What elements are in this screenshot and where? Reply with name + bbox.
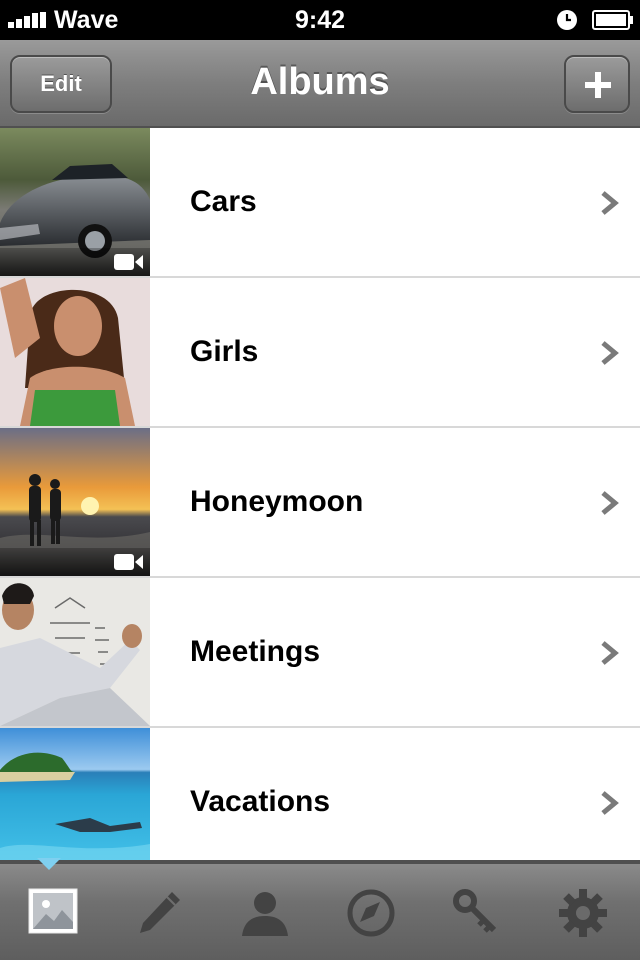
album-row-honeymoon[interactable]: Honeymoon — [0, 428, 640, 578]
add-album-button[interactable] — [564, 55, 630, 113]
album-row-cars[interactable]: Cars — [0, 128, 640, 278]
photos-icon — [28, 888, 78, 934]
album-name: Girls — [190, 335, 259, 368]
tab-contacts[interactable] — [212, 864, 318, 960]
chevron-right-icon — [601, 191, 619, 215]
navigation-bar: Albums Edit — [0, 40, 640, 128]
tab-explore[interactable] — [318, 864, 424, 960]
album-list: Cars Girls Honeymoon Meetings Vacations — [0, 128, 640, 860]
album-thumbnail — [0, 278, 150, 426]
alarm-clock-icon — [557, 10, 577, 30]
album-name: Vacations — [190, 785, 331, 818]
tab-bar — [0, 860, 640, 960]
tab-notes[interactable] — [106, 864, 212, 960]
plus-icon — [585, 72, 611, 98]
album-name: Meetings — [190, 635, 321, 668]
tab-photos[interactable] — [0, 864, 106, 960]
key-icon — [453, 889, 497, 933]
album-thumbnail — [0, 728, 150, 860]
edit-button[interactable]: Edit — [10, 55, 112, 113]
status-time: 9:42 — [294, 6, 346, 34]
battery-icon — [592, 10, 633, 30]
video-badge — [0, 548, 150, 576]
album-thumbnail — [0, 128, 150, 276]
album-name: Cars — [190, 185, 257, 218]
album-thumbnail — [0, 578, 150, 726]
gear-icon — [559, 889, 607, 937]
video-camera-icon — [114, 254, 143, 270]
video-camera-icon — [114, 554, 143, 570]
chevron-right-icon — [601, 791, 619, 815]
tab-passwords[interactable] — [424, 864, 530, 960]
album-name: Honeymoon — [190, 485, 364, 518]
chevron-right-icon — [601, 491, 619, 515]
compass-icon — [347, 889, 395, 937]
album-row-meetings[interactable]: Meetings — [0, 578, 640, 728]
album-thumbnail — [0, 428, 150, 576]
chevron-right-icon — [601, 341, 619, 365]
tab-settings[interactable] — [530, 864, 636, 960]
pencil-icon — [140, 892, 180, 933]
video-badge — [0, 248, 150, 276]
selected-tab-indicator — [37, 858, 61, 870]
album-row-girls[interactable]: Girls — [0, 278, 640, 428]
chevron-right-icon — [601, 641, 619, 665]
album-row-vacations[interactable]: Vacations — [0, 728, 640, 860]
contact-icon — [242, 892, 288, 936]
status-bar: Wave 9:42 — [0, 0, 640, 40]
